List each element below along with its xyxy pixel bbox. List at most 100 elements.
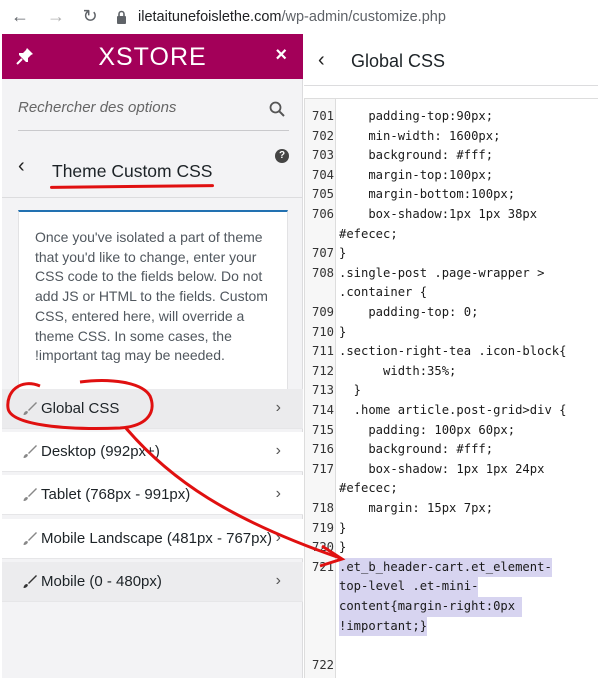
code-text: margin-top:100px; [339, 167, 494, 182]
line-number: 718 [311, 501, 334, 515]
code-line: 722 [305, 656, 598, 676]
panel-title: Global CSS [351, 51, 446, 71]
address-bar[interactable]: iletaitunefoislethe.com/wp-admin/customi… [108, 3, 594, 31]
menu-item-tablet[interactable]: Tablet (768px - 991px) › [2, 475, 303, 515]
css-code-editor[interactable]: 701 padding-top:90px; 702 min-width: 1600… [304, 98, 598, 678]
menu-label: Mobile (0 - 480px) [41, 573, 162, 590]
search-icon[interactable] [269, 101, 285, 117]
code-line: 702 min-width: 1600px; [305, 127, 598, 147]
menu-item-desktop[interactable]: Desktop (992px+) › [2, 432, 303, 472]
code-line: 715 padding: 100px 60px; [305, 421, 598, 441]
code-line: 720} [305, 538, 598, 558]
line-number: 710 [311, 324, 334, 339]
line-number: 720 [311, 540, 334, 555]
code-line: 710} [305, 323, 598, 343]
url-text: iletaitunefoislethe.com/wp-admin/customi… [138, 9, 446, 25]
back-chevron-icon[interactable]: ‹ [18, 155, 25, 178]
line-number: 712 [311, 363, 334, 378]
red-underline-annotation [49, 184, 215, 189]
back-arrow-icon[interactable]: ← [10, 6, 30, 26]
menu-item-mobile-landscape[interactable]: Mobile Landscape (481px - 767px) › [2, 519, 303, 559]
code-text: } [339, 324, 347, 339]
code-line: 706 box-shadow:1px 1px 38px [305, 205, 598, 225]
help-icon[interactable]: ? [275, 149, 289, 163]
code-line: 718 margin: 15px 7px; [305, 499, 598, 519]
code-text: padding-top: 0; [339, 305, 479, 319]
code-text: } [339, 540, 347, 555]
code-text: box-shadow: 1px 1px 24px [339, 461, 545, 476]
line-number: 722 [311, 657, 334, 672]
code-line: 709 padding-top: 0; [305, 303, 598, 323]
menu-label: Mobile Landscape (481px - 767px) [41, 530, 272, 547]
url-path: /wp-admin/customize.php [281, 9, 446, 25]
code-text: padding: 100px 60px; [339, 422, 516, 437]
line-number: 706 [311, 207, 334, 221]
chevron-right-icon: › [275, 485, 281, 502]
chevron-right-icon: › [275, 442, 281, 459]
lock-icon [117, 10, 126, 24]
code-text: content{margin-right:0px [339, 597, 523, 617]
code-line: 714 .home article.post-grid>div { [305, 401, 598, 421]
line-number: 713 [311, 383, 334, 398]
code-text: } [339, 383, 362, 398]
chevron-right-icon: › [275, 529, 281, 546]
line-number: 716 [311, 442, 334, 457]
code-text: margin-bottom:100px; [339, 187, 516, 202]
code-text: background: #fff; [339, 148, 494, 163]
code-line: top-level .et-mini- [305, 577, 598, 597]
code-text: padding-top:90px; [339, 109, 494, 123]
code-text: } [339, 520, 347, 535]
url-host: iletaitunefoislethe.com [138, 9, 282, 25]
code-text: #efecec; [339, 481, 398, 496]
code-text: .et_b_header-cart.et_element- [339, 557, 552, 578]
code-text: .section-right-tea .icon-block{ [339, 344, 567, 359]
search-input[interactable] [18, 99, 258, 116]
line-number: 702 [311, 128, 334, 143]
code-line: 704 margin-top:100px; [305, 166, 598, 186]
code-line: 711 .section-right-tea .icon-block{ [305, 342, 598, 362]
code-line: 712 width:35%; [305, 362, 598, 382]
line-number: 717 [311, 461, 334, 476]
menu-item-global-css[interactable]: Global CSS › [2, 389, 303, 429]
line-number: 707 [311, 246, 334, 261]
line-number: 711 [311, 344, 334, 359]
code-line: 719} [305, 519, 598, 539]
line-number: 705 [311, 187, 334, 202]
customizer-sidebar: XSTORE × ‹ Theme Custom CSS ? Once you'v… [2, 34, 303, 678]
section-header: ‹ Theme Custom CSS ? [2, 132, 303, 198]
code-text: .home article.post-grid>div { [339, 403, 567, 417]
line-number: 715 [311, 422, 334, 437]
back-chevron-icon[interactable]: ‹ [318, 49, 325, 72]
code-text: margin: 15px 7px; [339, 501, 494, 515]
line-number: 704 [311, 167, 334, 182]
menu-label: Global CSS [41, 400, 120, 417]
code-line: .container { [305, 283, 598, 303]
chevron-right-icon: › [275, 572, 281, 589]
line-number: 719 [311, 520, 334, 535]
forward-arrow-icon[interactable]: → [46, 6, 66, 26]
line-number: 714 [311, 403, 334, 417]
code-line: content{margin-right:0px [305, 597, 598, 617]
code-line: #efecec; [305, 225, 598, 245]
code-line: 705 margin-bottom:100px; [305, 185, 598, 205]
code-text: background: #fff; [339, 442, 494, 457]
code-text: min-width: 1600px; [339, 128, 501, 143]
brush-icon [23, 445, 37, 458]
section-title: Theme Custom CSS [52, 161, 213, 181]
line-number: 701 [311, 109, 334, 123]
code-panel: ‹ Global CSS 701 padding-top:90px; 702 mi… [304, 34, 598, 678]
close-icon[interactable]: × [275, 44, 287, 67]
reload-icon[interactable]: ↻ [80, 6, 100, 26]
panel-header: ‹ Global CSS [304, 34, 598, 86]
code-text: box-shadow:1px 1px 38px [339, 207, 538, 221]
brush-icon [23, 488, 37, 501]
line-number: 721 [311, 559, 334, 574]
menu-item-mobile[interactable]: Mobile (0 - 480px) › [2, 562, 303, 602]
code-text: .container { [339, 285, 428, 300]
code-text: width:35%; [339, 363, 457, 378]
menu-label: Desktop (992px+) [41, 443, 160, 460]
code-line: #efecec; [305, 479, 598, 499]
code-line: 708 .single-post .page-wrapper > [305, 264, 598, 284]
code-line: 703 background: #fff; [305, 146, 598, 166]
